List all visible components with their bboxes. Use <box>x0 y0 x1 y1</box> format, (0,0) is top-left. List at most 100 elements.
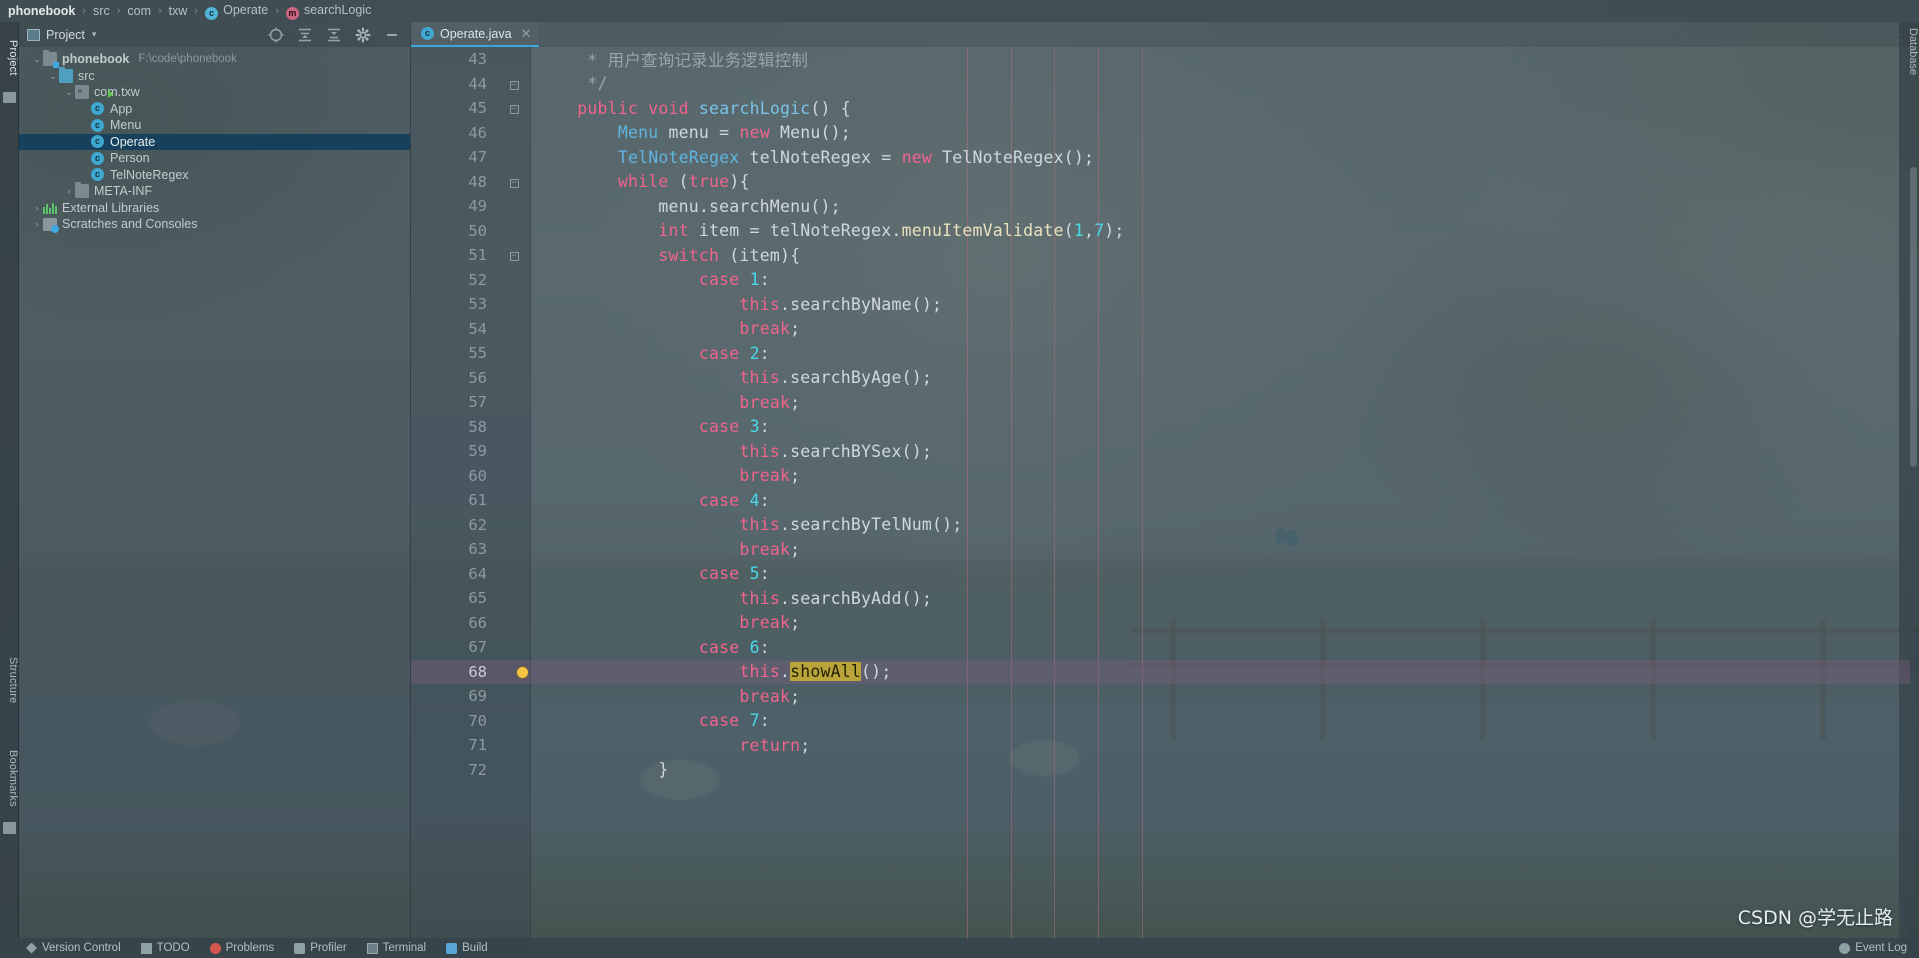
line-number: 55 <box>468 344 487 363</box>
code-line[interactable]: 67 case 6: <box>411 635 1910 660</box>
tool-window-structure[interactable]: Structure <box>0 642 19 718</box>
tool-window-bookmarks[interactable]: Bookmarks <box>0 738 19 818</box>
code-token: ); <box>1104 221 1125 241</box>
tree-toggle-icon[interactable]: › <box>31 200 43 217</box>
code-folding-marker[interactable]: − <box>497 175 531 189</box>
code-editor[interactable]: 43 * 用户查询记录业务逻辑控制 44− */45− public void s… <box>411 47 1910 958</box>
collapse-all-icon[interactable] <box>326 27 342 43</box>
code-token: switch <box>658 245 720 265</box>
breadcrumb-item-com[interactable]: com <box>127 4 151 18</box>
code-line[interactable]: 52 case 1: <box>411 268 1910 293</box>
select-opened-file-icon[interactable] <box>268 27 284 43</box>
code-line[interactable]: 54 break; <box>411 317 1910 342</box>
code-token: ; <box>790 686 801 706</box>
code-line[interactable]: 43 * 用户查询记录业务逻辑控制 <box>411 47 1910 72</box>
tree-toggle-icon[interactable]: ⌄ <box>31 51 43 68</box>
code-folding-marker[interactable]: − <box>497 101 531 115</box>
hide-panel-icon[interactable] <box>384 27 400 43</box>
code-line[interactable]: 59 this.searchBYSex(); <box>411 439 1910 464</box>
breadcrumb-item-src[interactable]: src <box>93 4 110 18</box>
tree-node-app[interactable]: c App <box>19 90 410 118</box>
code-line[interactable]: 68 this.showAll(); <box>411 659 1910 684</box>
line-number: 71 <box>468 736 487 755</box>
code-line[interactable]: 46 Menu menu = new Menu(); <box>411 121 1910 146</box>
code-lines[interactable]: 43 * 用户查询记录业务逻辑控制 44− */45− public void s… <box>411 47 1910 782</box>
code-line[interactable]: 56 this.searchByAge(); <box>411 366 1910 391</box>
status-item-event-log[interactable]: Event Log <box>1839 942 1907 954</box>
expand-all-icon[interactable] <box>297 27 313 43</box>
intention-bulb-icon[interactable] <box>517 666 528 678</box>
code-line[interactable]: 66 break; <box>411 611 1910 636</box>
code-line[interactable]: 53 this.searchByName(); <box>411 292 1910 317</box>
tree-toggle-icon[interactable]: › <box>31 216 43 233</box>
code-line[interactable]: 45− public void searchLogic() { <box>411 96 1910 121</box>
tree-node-telnoteregex[interactable]: c TelNoteRegex <box>19 167 410 184</box>
code-line[interactable]: 48− while (true){ <box>411 170 1910 195</box>
editor-scrollbar[interactable] <box>1908 47 1919 958</box>
editor-tab-bar: c Operate.java ✕ ⋮ <box>411 22 1919 47</box>
status-item-problems[interactable]: Problems <box>209 942 274 954</box>
code-line[interactable]: 50 int item = telNoteRegex.menuItemValid… <box>411 219 1910 244</box>
tree-node-menu[interactable]: c Menu <box>19 117 410 134</box>
code-line[interactable]: 71 return; <box>411 733 1910 758</box>
tree-toggle-icon[interactable]: › <box>63 183 75 200</box>
code-line[interactable]: 44− */ <box>411 72 1910 97</box>
breadcrumb-item-phonebook[interactable]: phonebook <box>8 4 75 18</box>
commit-icon[interactable] <box>3 92 16 103</box>
status-item-todo[interactable]: TODO <box>140 942 190 954</box>
breadcrumb-item-txw[interactable]: txw <box>169 4 188 18</box>
project-tool-window: Project ▾ ⌄ phonebook F:\code\phonebook ⌄ sr… <box>19 22 411 958</box>
tree-toggle-icon[interactable]: ⌄ <box>47 68 59 85</box>
status-item-version-control[interactable]: Version Control <box>26 942 121 954</box>
bookmarks-icon[interactable] <box>3 822 16 834</box>
tree-node-src[interactable]: ⌄ src <box>19 66 410 85</box>
status-item-label: Event Log <box>1855 942 1907 954</box>
code-folding-marker[interactable]: − <box>497 248 531 262</box>
code-line[interactable]: 63 break; <box>411 537 1910 562</box>
code-folding-marker[interactable]: − <box>497 77 531 91</box>
code-line[interactable]: 62 this.searchByTelNum(); <box>411 513 1910 538</box>
tree-node-phonebook[interactable]: ⌄ phonebook F:\code\phonebook <box>19 50 410 69</box>
todo-icon <box>140 942 152 954</box>
status-item-build[interactable]: Build <box>446 942 488 954</box>
code-line[interactable]: 49 menu.searchMenu(); <box>411 194 1910 219</box>
code-line[interactable]: 64 case 5: <box>411 562 1910 587</box>
tree-node-operate[interactable]: c Operate <box>19 133 410 150</box>
project-tree[interactable]: ⌄ phonebook F:\code\phonebook ⌄ src ⌄ com.txw c… <box>19 47 410 233</box>
status-item-terminal[interactable]: Terminal <box>366 942 426 954</box>
code-line[interactable]: 61 case 4: <box>411 488 1910 513</box>
code-line[interactable]: 72 } <box>411 758 1910 783</box>
tool-window-project[interactable]: Project <box>0 28 19 88</box>
line-number: 48 <box>468 172 487 191</box>
tree-node-person[interactable]: c Person <box>19 150 410 167</box>
code-line[interactable]: 58 case 3: <box>411 415 1910 440</box>
settings-gear-icon[interactable] <box>355 26 371 43</box>
chevron-down-icon[interactable]: ▾ <box>92 29 97 40</box>
tree-toggle-icon[interactable]: ⌄ <box>63 84 75 101</box>
code-line[interactable]: 60 break; <box>411 464 1910 489</box>
libraries-icon <box>43 202 57 214</box>
code-line[interactable]: 47 TelNoteRegex telNoteRegex = new TelNo… <box>411 145 1910 170</box>
tree-node-com-txw[interactable]: ⌄ com.txw <box>19 84 410 101</box>
line-number: 64 <box>468 564 487 583</box>
tab-operate-java[interactable]: c Operate.java ✕ <box>411 22 540 47</box>
code-token: case <box>698 637 740 657</box>
code-line[interactable]: 57 break; <box>411 390 1910 415</box>
code-token: : <box>759 270 770 290</box>
code-line[interactable]: 65 this.searchByAdd(); <box>411 586 1910 611</box>
tree-node-scratches-and-consoles[interactable]: › Scratches and Consoles <box>19 216 410 233</box>
code-line[interactable]: 51− switch (item){ <box>411 243 1910 268</box>
breadcrumb-item-operate[interactable]: c Operate <box>205 3 268 20</box>
scrollbar-thumb[interactable] <box>1910 167 1917 467</box>
code-line[interactable]: 55 case 2: <box>411 341 1910 366</box>
close-icon[interactable]: ✕ <box>521 26 532 42</box>
tree-node-meta-inf[interactable]: › META-INF <box>19 182 410 200</box>
code-line[interactable]: 69 break; <box>411 684 1910 709</box>
breadcrumb-item-searchlogic[interactable]: m searchLogic <box>285 3 371 20</box>
tree-node-external-libraries[interactable]: › External Libraries <box>19 200 410 217</box>
code-line[interactable]: 70 case 7: <box>411 709 1910 734</box>
code-token: break <box>739 613 791 633</box>
status-item-profiler[interactable]: Profiler <box>294 942 347 954</box>
